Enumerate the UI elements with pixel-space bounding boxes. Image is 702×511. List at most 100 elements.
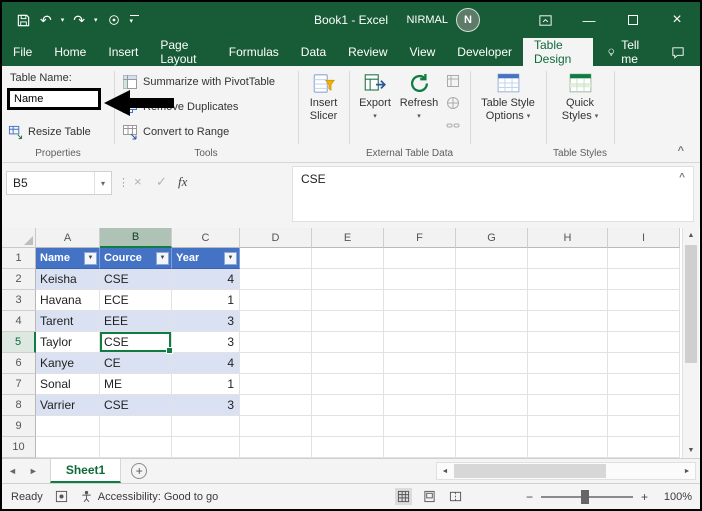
- cell-F3[interactable]: [384, 290, 456, 311]
- cell-I7[interactable]: [608, 374, 680, 395]
- cell-F4[interactable]: [384, 311, 456, 332]
- cell-E2[interactable]: [312, 269, 384, 290]
- redo-dropdown-icon[interactable]: ▾: [94, 16, 98, 24]
- cell-H8[interactable]: [528, 395, 608, 416]
- cell-G10[interactable]: [456, 437, 528, 458]
- tab-page-layout[interactable]: Page Layout: [149, 38, 217, 66]
- cell-D5[interactable]: [240, 332, 312, 353]
- ribbon-display-options-button[interactable]: [536, 11, 554, 29]
- cell-F6[interactable]: [384, 353, 456, 374]
- page-layout-view-button[interactable]: [421, 488, 438, 505]
- column-header-B[interactable]: B: [100, 228, 172, 248]
- tab-file[interactable]: File: [2, 38, 43, 66]
- cell-C3[interactable]: 1: [172, 290, 240, 311]
- cell-G5[interactable]: [456, 332, 528, 353]
- column-header-I[interactable]: I: [608, 228, 680, 248]
- cell-E6[interactable]: [312, 353, 384, 374]
- column-header-A[interactable]: A: [36, 228, 100, 248]
- open-in-browser-icon[interactable]: [446, 96, 460, 110]
- cell-D3[interactable]: [240, 290, 312, 311]
- cell-C10[interactable]: [172, 437, 240, 458]
- filter-button[interactable]: ▼: [84, 252, 97, 265]
- name-box-dropdown-icon[interactable]: ▾: [94, 172, 111, 194]
- cell-D4[interactable]: [240, 311, 312, 332]
- row-header-2[interactable]: 2: [2, 269, 36, 290]
- enter-button[interactable]: ✓: [156, 174, 167, 190]
- cell-I4[interactable]: [608, 311, 680, 332]
- scroll-down-button[interactable]: ▼: [683, 443, 699, 458]
- column-header-C[interactable]: C: [172, 228, 240, 248]
- cell-B9[interactable]: [100, 416, 172, 437]
- cell-E8[interactable]: [312, 395, 384, 416]
- cell-D2[interactable]: [240, 269, 312, 290]
- comments-button[interactable]: [656, 38, 700, 66]
- cell-A1[interactable]: Name▼: [36, 248, 100, 269]
- insert-function-button[interactable]: fx: [178, 174, 187, 190]
- select-all-corner[interactable]: [2, 228, 36, 248]
- zoom-slider-thumb[interactable]: [581, 490, 589, 504]
- cell-G3[interactable]: [456, 290, 528, 311]
- row-header-10[interactable]: 10: [2, 437, 36, 458]
- row-header-9[interactable]: 9: [2, 416, 36, 437]
- cell-A10[interactable]: [36, 437, 100, 458]
- cell-H2[interactable]: [528, 269, 608, 290]
- cell-G7[interactable]: [456, 374, 528, 395]
- tab-formulas[interactable]: Formulas: [218, 38, 290, 66]
- cell-G9[interactable]: [456, 416, 528, 437]
- name-box[interactable]: B5 ▾: [6, 171, 112, 195]
- cell-C9[interactable]: [172, 416, 240, 437]
- cell-I1[interactable]: [608, 248, 680, 269]
- cell-E4[interactable]: [312, 311, 384, 332]
- cell-C1[interactable]: Year▼: [172, 248, 240, 269]
- cell-F10[interactable]: [384, 437, 456, 458]
- cell-E7[interactable]: [312, 374, 384, 395]
- cell-C7[interactable]: 1: [172, 374, 240, 395]
- cell-B8[interactable]: CSE: [100, 395, 172, 416]
- horizontal-scrollbar-thumb[interactable]: [454, 464, 606, 478]
- cell-H1[interactable]: [528, 248, 608, 269]
- accessibility-checker[interactable]: Accessibility: Good to go: [80, 490, 218, 503]
- collapse-ribbon-button[interactable]: ^: [678, 145, 684, 157]
- filter-button[interactable]: ▼: [224, 252, 237, 265]
- row-header-1[interactable]: 1: [2, 248, 36, 269]
- redo-button[interactable]: ↷: [73, 12, 85, 29]
- cell-G6[interactable]: [456, 353, 528, 374]
- save-button[interactable]: [16, 13, 31, 28]
- customize-qat-button[interactable]: ▾: [130, 15, 139, 26]
- cell-F2[interactable]: [384, 269, 456, 290]
- cell-H10[interactable]: [528, 437, 608, 458]
- minimize-button[interactable]: —: [580, 11, 598, 29]
- touch-mode-button[interactable]: [107, 13, 121, 27]
- normal-view-button[interactable]: [395, 488, 412, 505]
- row-header-4[interactable]: 4: [2, 311, 36, 332]
- tab-insert[interactable]: Insert: [97, 38, 149, 66]
- cell-I8[interactable]: [608, 395, 680, 416]
- tab-developer[interactable]: Developer: [446, 38, 523, 66]
- cell-H9[interactable]: [528, 416, 608, 437]
- cell-A3[interactable]: Havana: [36, 290, 100, 311]
- column-header-D[interactable]: D: [240, 228, 312, 248]
- cell-A5[interactable]: Taylor: [36, 332, 100, 353]
- tab-data[interactable]: Data: [290, 38, 337, 66]
- cell-H3[interactable]: [528, 290, 608, 311]
- tab-home[interactable]: Home: [43, 38, 97, 66]
- horizontal-scrollbar[interactable]: ◄ ►: [436, 462, 696, 480]
- cell-A4[interactable]: Tarent: [36, 311, 100, 332]
- maximize-button[interactable]: [624, 11, 642, 29]
- cell-C8[interactable]: 3: [172, 395, 240, 416]
- cell-A7[interactable]: Sonal: [36, 374, 100, 395]
- cell-G2[interactable]: [456, 269, 528, 290]
- zoom-out-button[interactable]: −: [526, 490, 533, 504]
- zoom-slider[interactable]: [541, 490, 633, 504]
- cell-H7[interactable]: [528, 374, 608, 395]
- cell-G1[interactable]: [456, 248, 528, 269]
- cell-I10[interactable]: [608, 437, 680, 458]
- cell-H4[interactable]: [528, 311, 608, 332]
- column-header-G[interactable]: G: [456, 228, 528, 248]
- page-break-preview-button[interactable]: [447, 488, 464, 505]
- tab-review[interactable]: Review: [337, 38, 398, 66]
- scroll-left-button[interactable]: ◄: [437, 463, 453, 479]
- cell-E3[interactable]: [312, 290, 384, 311]
- cell-I6[interactable]: [608, 353, 680, 374]
- export-button[interactable]: Export ▾: [354, 70, 396, 123]
